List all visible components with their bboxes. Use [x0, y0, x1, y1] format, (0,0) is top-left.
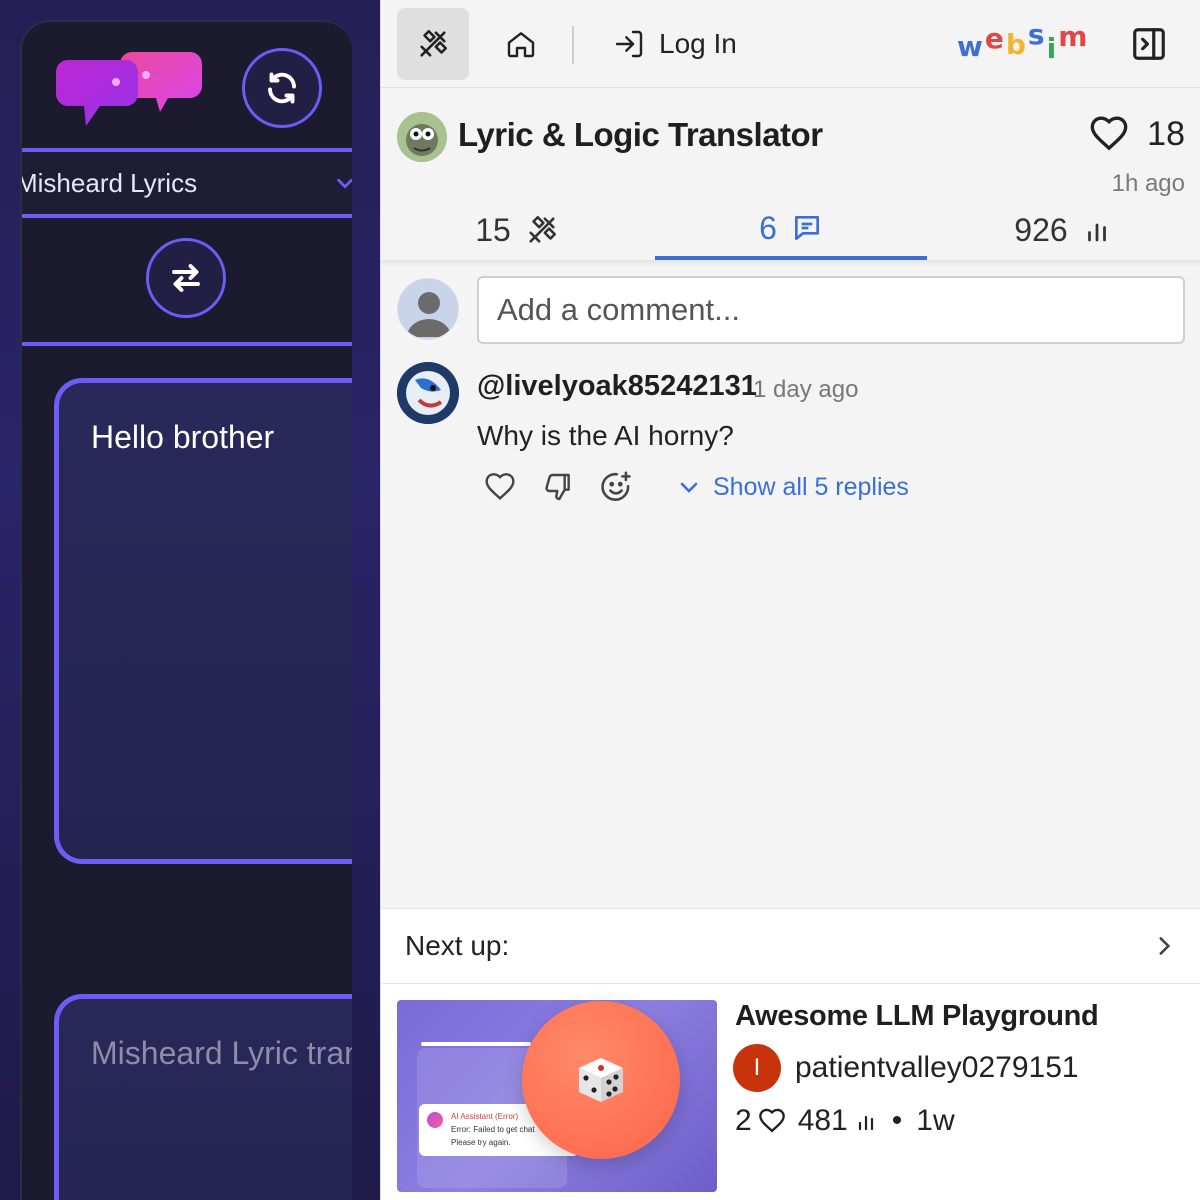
- dot-separator: •: [891, 1104, 903, 1137]
- commenter-avatar-image: [397, 362, 459, 424]
- project-time: 1h ago: [1111, 170, 1185, 197]
- logo-letter: w: [957, 30, 985, 63]
- default-avatar-icon: [398, 279, 458, 339]
- like-button[interactable]: 18: [1089, 114, 1185, 154]
- comment-text: Why is the AI horny?: [477, 420, 734, 451]
- tab-remixes[interactable]: 15: [381, 200, 653, 260]
- dice-icon: [579, 1058, 623, 1102]
- comment-dislike-button[interactable]: [541, 470, 575, 504]
- comment-actions: Show all 5 replies: [483, 470, 909, 504]
- sidebar-toggle-icon: [1133, 28, 1165, 60]
- next-project-author[interactable]: I patientvalley0279151: [733, 1044, 1079, 1092]
- remix-icon: [420, 29, 448, 57]
- swap-button[interactable]: [146, 238, 226, 318]
- toolbar-separator: [572, 26, 574, 64]
- input-text: Hello brother: [91, 419, 275, 455]
- stats-tabs: 15 6 926: [381, 200, 1200, 260]
- swap-area: [22, 218, 352, 348]
- comment-input[interactable]: [477, 276, 1185, 344]
- chevron-down-icon: [337, 178, 352, 189]
- show-replies-label: Show all 5 replies: [713, 472, 909, 501]
- thumb-avatar-dot: [427, 1112, 443, 1128]
- remix-button[interactable]: [397, 8, 469, 80]
- chevron-right-icon: [1159, 937, 1171, 955]
- remix-icon: [529, 215, 556, 243]
- heart-icon: [485, 473, 515, 500]
- emoji-add-icon: [601, 471, 631, 501]
- refresh-button[interactable]: [242, 48, 322, 128]
- translator-app-card: Misheard Lyrics Hello brother Misheard L…: [20, 20, 352, 1200]
- remix-count: 15: [475, 211, 511, 248]
- mode-select-label: Misheard Lyrics: [20, 167, 198, 198]
- next-project-stats: 2 481 • 1w: [735, 1104, 955, 1138]
- login-label: Log In: [659, 28, 737, 59]
- next-like-count: 2: [735, 1104, 752, 1137]
- logo-letter: s: [1027, 18, 1047, 51]
- refresh-icon: [268, 72, 296, 104]
- commenter-avatar[interactable]: [397, 362, 459, 424]
- mode-select-dropdown[interactable]: Misheard Lyrics: [22, 148, 352, 218]
- bar-chart-icon: [1087, 223, 1106, 242]
- author-name: patientvalley0279151: [795, 1051, 1079, 1084]
- app-header: [22, 22, 352, 148]
- heart-icon: [758, 1108, 785, 1133]
- view-count: 926: [1014, 211, 1068, 248]
- next-project-card[interactable]: AI Assistant (Error) Error: Failed to ge…: [381, 984, 1200, 1200]
- output-textarea[interactable]: Misheard Lyric translation: [54, 994, 352, 1200]
- project-creator-avatar[interactable]: [397, 112, 447, 162]
- new-comment-row: [381, 276, 1200, 346]
- tab-comments[interactable]: 6: [655, 200, 927, 260]
- comment-like-button[interactable]: [483, 470, 517, 504]
- user-avatar: [397, 278, 459, 340]
- like-count: 18: [1147, 114, 1185, 153]
- next-project-title[interactable]: Awesome LLM Playground: [735, 1000, 1099, 1033]
- logo-letter: m: [1058, 20, 1090, 53]
- thumb-bar: [421, 1042, 531, 1046]
- websim-logo[interactable]: websim: [957, 18, 1089, 68]
- heart-icon: [1090, 116, 1128, 151]
- next-view-count: 481: [797, 1104, 848, 1137]
- top-toolbar: Log In websim: [381, 0, 1200, 88]
- home-button[interactable]: [491, 8, 551, 80]
- logo-letter: e: [984, 22, 1006, 55]
- divider: [22, 342, 352, 346]
- comment-item: @livelyoak85242131 1 day ago Why is the …: [381, 360, 1200, 520]
- project-title: Lyric & Logic Translator: [458, 116, 823, 153]
- thumbs-down-icon: [545, 473, 570, 501]
- login-button[interactable]: Log In: [613, 8, 737, 80]
- add-reaction-button[interactable]: [599, 470, 633, 504]
- home-icon: [507, 32, 535, 58]
- tab-views[interactable]: 926: [927, 200, 1199, 260]
- comment-username[interactable]: @livelyoak85242131: [477, 370, 757, 403]
- chat-bubbles-logo-icon: [56, 52, 202, 126]
- input-textarea[interactable]: Hello brother: [54, 378, 352, 864]
- app-preview-pane: Misheard Lyrics Hello brother Misheard L…: [0, 0, 380, 1200]
- tab-shadow: [381, 260, 1200, 268]
- next-up-header[interactable]: Next up:: [381, 908, 1200, 984]
- output-placeholder: Misheard Lyric translation: [91, 1035, 352, 1071]
- next-up-label: Next up:: [405, 930, 510, 961]
- comment-time: 1 day ago: [753, 376, 859, 403]
- chevron-down-icon: [680, 482, 698, 493]
- author-avatar: I: [733, 1044, 781, 1092]
- logo-letter: i: [1046, 32, 1059, 65]
- creator-avatar-image: [397, 112, 447, 162]
- websim-sidebar: Log In websim Lyric & Logic Translator 1…: [380, 0, 1200, 1200]
- login-icon: [615, 30, 643, 58]
- comment-count: 6: [759, 209, 777, 246]
- bar-chart-icon: [858, 1115, 873, 1131]
- logo-letter: b: [1005, 28, 1028, 61]
- next-age: 1w: [916, 1104, 955, 1137]
- swap-arrows-icon: [172, 264, 200, 292]
- toggle-sidebar-button[interactable]: [1129, 24, 1169, 64]
- show-replies-button[interactable]: Show all 5 replies: [677, 473, 909, 502]
- random-project-button[interactable]: [522, 1001, 680, 1159]
- comment-icon: [794, 216, 819, 240]
